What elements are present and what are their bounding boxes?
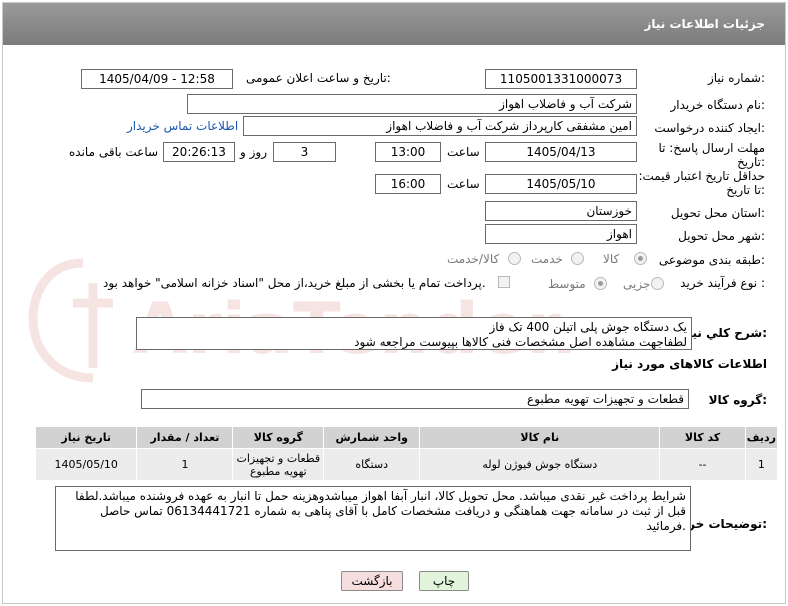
cell-goods-code: -- [659, 448, 746, 481]
panel-header: جزئیات اطلاعات نیاز [3, 3, 785, 45]
remaining-time-field: 20:26:13 [163, 142, 235, 162]
col-goods-code: کد کالا [659, 426, 746, 449]
treasury-payment-checkbox[interactable] [498, 276, 510, 288]
category-radio-goods-service[interactable] [508, 252, 521, 265]
cell-need-date: 1405/05/10 [34, 448, 138, 481]
col-need-date: تاریخ نیاز [34, 426, 138, 449]
description-label: شرح کلي نياز: [681, 326, 767, 340]
back-button[interactable]: بازگشت [341, 571, 403, 591]
need-number-label: شماره نیاز: [707, 71, 765, 85]
validity-date-field: 1405/05/10 [485, 174, 637, 194]
city-label: شهر محل تحویل: [678, 229, 765, 243]
purchase-option-medium: متوسط [548, 277, 586, 291]
category-radio-goods[interactable] [634, 252, 647, 265]
cell-row-number: 1 [744, 448, 779, 481]
cell-quantity: 1 [136, 448, 234, 481]
treasury-payment-note: پرداخت تمام یا بخشی از مبلغ خرید،از محل … [103, 276, 486, 290]
purchase-radio-minor[interactable] [651, 277, 664, 290]
need-number-field: 1105001331000073 [485, 69, 637, 89]
category-option-goods-service: کالا/خدمت [447, 252, 500, 266]
col-goods-group: گروه کالا [232, 426, 325, 449]
goods-group-label: گروه کالا: [708, 393, 767, 407]
category-label: طبقه بندی موضوعی: [658, 253, 765, 267]
city-field: اهواز [485, 224, 637, 244]
days-field: 3 [273, 142, 336, 162]
reply-date-field: 1405/04/13 [485, 142, 637, 162]
col-unit: واحد شمارش [323, 426, 421, 449]
reply-time-field: 13:00 [375, 142, 441, 162]
description-textarea[interactable]: یک دستگاه جوش پلی اتیلن 400 تک فاز لطفاج… [136, 317, 692, 350]
announce-datetime-label: تاریخ و ساعت اعلان عمومی: [246, 71, 391, 85]
need-details-panel: جزئیات اطلاعات نیاز AriaTender.net شماره… [2, 2, 786, 604]
requester-field: امین مشفقی کارپرداز شرکت آب و فاضلاب اهو… [243, 116, 637, 136]
description-line-1: یک دستگاه جوش پلی اتیلن 400 تک فاز [489, 320, 687, 334]
cell-goods-group: قطعات و تجهیزات تهویه مطبوع [232, 448, 325, 481]
goods-table: ردیف کد کالا نام کالا واحد شمارش گروه کا… [34, 426, 779, 481]
requester-label: ایجاد کننده درخواست: [654, 121, 765, 135]
category-radio-service[interactable] [571, 252, 584, 265]
purchase-option-minor: جزیی [623, 277, 651, 291]
reply-deadline-label: مهلت ارسال پاسخ: تا تاریخ: [658, 141, 765, 169]
reply-time-label: ساعت [447, 145, 480, 159]
announce-datetime-field: 1405/04/09 - 12:58 [81, 69, 233, 89]
buyer-notes-textarea[interactable]: شرایط پرداخت غیر نقدی میباشد. محل تحویل … [55, 486, 691, 551]
table-row: 1 -- دستگاه جوش فیوژن لوله دستگاه قطعات … [34, 448, 779, 481]
buyer-contact-link[interactable]: اطلاعات تماس خریدار [127, 119, 238, 133]
validity-time-field: 16:00 [375, 174, 441, 194]
validity-time-label: ساعت [447, 177, 480, 191]
col-quantity: تعداد / مقدار [136, 426, 234, 449]
col-goods-name: نام کالا [419, 426, 661, 449]
category-option-service: خدمت [531, 252, 563, 266]
buyer-org-field: شرکت آب و فاضلاب اهواز [187, 94, 637, 114]
price-validity-label: حداقل تاریخ اعتبار قیمت: تا تاریخ: [638, 169, 765, 197]
panel-title: جزئیات اطلاعات نیاز [644, 17, 765, 31]
goods-table-header-row: ردیف کد کالا نام کالا واحد شمارش گروه کا… [34, 426, 779, 449]
province-field: خوزستان [485, 201, 637, 221]
remaining-label: ساعت باقی مانده [69, 145, 159, 159]
print-button[interactable]: چاپ [419, 571, 469, 591]
goods-group-field: قطعات و تجهیزات تهویه مطبوع [141, 389, 689, 409]
purchase-radio-medium[interactable] [594, 277, 607, 290]
cell-unit: دستگاه [323, 448, 421, 481]
province-label: استان محل تحویل: [670, 206, 765, 220]
buyer-org-label: نام دستگاه خریدار: [670, 98, 766, 112]
purchase-type-label: نوع فرآیند خرید : [680, 276, 765, 290]
goods-info-title: اطلاعات کالاهای مورد نیاز [612, 357, 767, 371]
cell-goods-name: دستگاه جوش فیوژن لوله [419, 448, 661, 481]
category-option-goods: کالا [603, 252, 620, 266]
day-and-label: روز و [240, 145, 267, 159]
description-line-2: لطفاجهت مشاهده اصل مشخصات فنی کالاها بپی… [354, 335, 687, 349]
col-row-number: ردیف [744, 426, 779, 449]
